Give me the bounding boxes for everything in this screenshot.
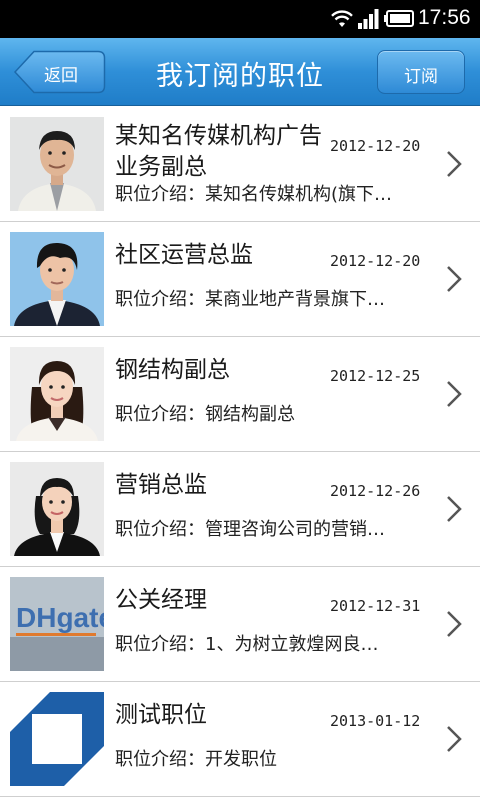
job-row[interactable]: 社区运营总监 2012-12-20 职位介绍：某商业地产背景旗下… <box>0 222 480 337</box>
subscribe-button-label: 订阅 <box>404 67 438 87</box>
job-title: 测试职位 <box>115 702 207 728</box>
job-row[interactable]: 钢结构副总 2012-12-25 职位介绍：钢结构副总 <box>0 337 480 452</box>
job-description: 职位介绍：某商业地产背景旗下… <box>115 289 385 310</box>
man-photo <box>10 117 104 211</box>
woman-photo <box>10 347 104 441</box>
job-date: 2012-12-31 <box>330 597 421 615</box>
job-title: 公关经理 <box>115 587 207 613</box>
job-row[interactable]: 营销总监 2012-12-26 职位介绍：管理咨询公司的营销… <box>0 452 480 567</box>
subscribe-button[interactable]: 订阅 <box>377 50 465 94</box>
job-row[interactable]: 测试职位 2013-01-12 职位介绍：开发职位 <box>0 682 480 797</box>
chevron-right-icon <box>447 611 462 637</box>
job-description: 职位介绍：某知名传媒机构(旗下… <box>115 184 393 205</box>
young-man-photo <box>10 232 104 326</box>
chevron-right-icon <box>447 381 462 407</box>
job-date: 2012-12-20 <box>330 252 421 270</box>
job-thumbnail <box>10 462 104 556</box>
job-thumbnail <box>10 117 104 211</box>
chevron-right-icon <box>447 726 462 752</box>
woman-suit-photo <box>10 462 104 556</box>
app-header: 返回 我订阅的职位 订阅 <box>0 38 480 106</box>
job-row[interactable]: DHgate 公关经理 2012-12-31 职位介绍：1、为树立敦煌网良… <box>0 567 480 682</box>
job-thumbnail: DHgate <box>10 577 104 671</box>
dhgate-logo-text: DHgate <box>16 602 104 633</box>
chevron-right-icon <box>447 151 462 177</box>
job-thumbnail <box>10 232 104 326</box>
job-date: 2012-12-20 <box>330 137 421 155</box>
job-description: 职位介绍：1、为树立敦煌网良… <box>115 634 379 655</box>
chevron-right-icon <box>447 496 462 522</box>
status-bar: 17:56 <box>0 0 480 38</box>
job-description: 职位介绍：钢结构副总 <box>115 404 295 425</box>
chevron-right-icon <box>447 266 462 292</box>
battery-icon <box>384 10 414 27</box>
signal-icon <box>358 9 379 29</box>
job-list: 某知名传媒机构广告业务副总 2012-12-20 职位介绍：某知名传媒机构(旗下… <box>0 107 480 797</box>
job-description: 职位介绍：开发职位 <box>115 749 277 770</box>
job-date: 2012-12-25 <box>330 367 421 385</box>
dhgate-logo: DHgate <box>10 577 104 671</box>
job-date: 2013-01-12 <box>330 712 421 730</box>
job-thumbnail <box>10 692 104 786</box>
blue-square-logo <box>10 692 104 786</box>
job-row[interactable]: 某知名传媒机构广告业务副总 2012-12-20 职位介绍：某知名传媒机构(旗下… <box>0 107 480 222</box>
clock: 17:56 <box>418 6 471 29</box>
job-title: 钢结构副总 <box>115 357 230 383</box>
job-description: 职位介绍：管理咨询公司的营销… <box>115 519 385 540</box>
job-title: 社区运营总监 <box>115 242 253 268</box>
job-title: 营销总监 <box>115 472 207 498</box>
job-title: 某知名传媒机构广告业务副总 <box>115 123 322 180</box>
job-date: 2012-12-26 <box>330 482 421 500</box>
job-thumbnail <box>10 347 104 441</box>
wifi-icon <box>331 10 353 27</box>
